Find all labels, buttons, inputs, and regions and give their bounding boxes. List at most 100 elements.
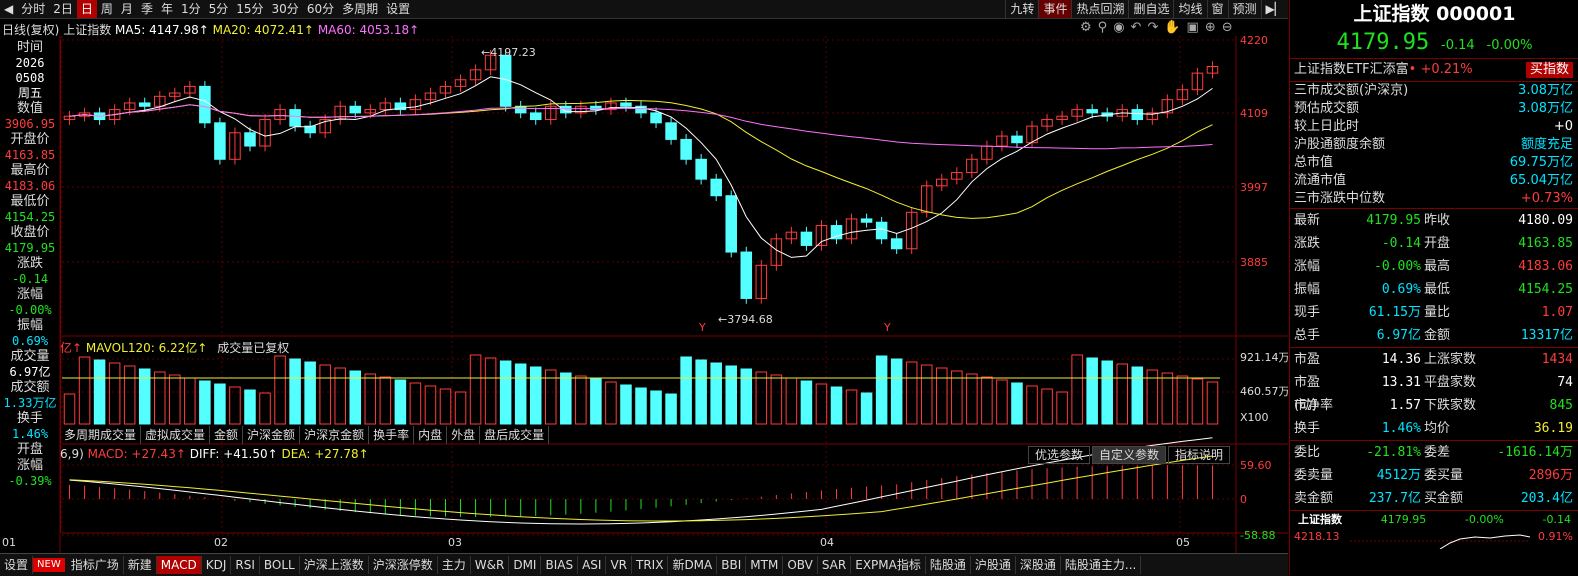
indicator-tab[interactable]: 指标广场 [67,556,124,574]
quote-grid: 最新 4179.95 昨收 4180.09 涨跌 -0.14 开盘 4163.85 涨幅 -0.0… [1290,209,1578,347]
custom-params-button[interactable]: 自定义参数 [1092,446,1167,464]
macd-legend: 6,9) MACD: +27.43↑ DIFF: +41.50↑ DEA: +2… [60,447,369,461]
quote-label: 涨幅 [1294,259,1321,274]
quote-label: 买金额 [1424,491,1464,506]
volume-axis-label: X100 [1240,411,1269,424]
candle-body [620,102,632,107]
indicator-tab[interactable]: RSI [231,556,260,574]
volume-tab[interactable]: 盘后成交量 [480,426,550,444]
candle-body [725,195,737,253]
volume-tab[interactable]: 换手率 [369,426,415,444]
indicator-tab[interactable]: ASI [578,556,607,574]
quote-value: 4180.09 [1518,213,1573,228]
volume-bar [1131,366,1144,425]
indicator-tab[interactable]: 陆股通主力... [1061,556,1142,574]
indicator-tab[interactable]: DMI [509,556,542,574]
volume-bar [1041,388,1053,425]
indicator-tab[interactable]: 新建 [124,556,157,574]
candle-body [650,112,662,124]
quote-label: 下跌家数 [1424,398,1477,413]
volume-bar [815,383,828,425]
mini-chart[interactable]: 4218.13 0.91% [1290,529,1578,549]
indicator-tab[interactable]: MTM [746,556,784,574]
indicator-tab[interactable]: TRIX [632,556,669,574]
volume-bar [1086,357,1098,425]
volume-bar [1056,391,1068,425]
indicator-tab[interactable]: 新DMA [668,556,718,574]
indicator-tab[interactable]: BOLL [260,556,300,574]
volume-bar [153,371,166,425]
preferred-params-button[interactable]: 优选参数 [1028,446,1091,464]
security-title: 上证指数 000001 [1353,3,1516,25]
stat-value: +0.73% [1520,191,1573,206]
indicator-tab[interactable]: 沪深涨停数 [369,556,438,574]
indicator-tab[interactable]: OBV [783,556,818,574]
indicator-tab[interactable]: SAR [818,556,852,574]
indicator-tab[interactable]: W&R [471,556,510,574]
volume-tab[interactable]: 沪深金额 [243,426,301,444]
volume-bar [63,393,76,425]
indicator-tab[interactable]: BBI [717,556,747,574]
volume-tab[interactable]: 外盘 [447,426,481,444]
candle-body [214,122,226,160]
etf-dot-icon: • [1408,62,1417,77]
volume-bar [875,355,888,425]
quote-value: 13317亿 [1520,328,1573,343]
volume-tab[interactable]: 金额 [210,426,244,444]
etf-row[interactable]: 上证指数ETF汇添富• +0.21% 买指数 [1290,59,1578,81]
volume-tab[interactable]: 多周期成交量 [60,426,142,444]
indicator-tab[interactable]: 沪股通 [971,556,1016,574]
candle-body [860,218,873,223]
price-axis-label: 4109 [1240,107,1268,120]
mini-name: 上证指数 [1298,513,1342,526]
volume-bar [184,377,196,425]
indicator-tab[interactable]: 深股通 [1016,556,1061,574]
indicator-tab[interactable]: KDJ [202,556,232,574]
quote-row: 委卖量 4512万 委买量 2896万 [1290,464,1578,487]
volume-tab[interactable]: 内盘 [414,426,448,444]
volume-adjusted-note: 成交量已复权 [217,341,290,355]
indicator-tab[interactable]: 沪深上涨数 [300,556,369,574]
volume-bar [364,373,377,425]
market-stat-row: 三市成交额(沪深京) 3.08万亿 [1290,82,1578,100]
indicator-tab[interactable]: 陆股通 [926,556,971,574]
mini-chart-svg [1350,534,1531,549]
candle-body [1086,109,1098,114]
mini-quote-row[interactable]: 上证指数 4179.95 -0.00% -0.14 [1290,511,1578,529]
quote-label: 最高 [1424,259,1451,274]
volume-bar [334,367,346,425]
indicator-tab[interactable]: 主力 [438,556,471,574]
volume-bar [740,368,753,425]
quote-row: 换手 1.46% 均价 36.19 [1290,417,1578,440]
candle-body [890,238,903,250]
volume-bar [469,354,482,425]
indicator-tab[interactable]: BIAS [541,556,579,574]
buy-index-button[interactable]: 买指数 [1525,62,1573,78]
volume-bar [755,371,768,425]
quote-label: 金额 [1424,328,1451,343]
volume-axis-label: 921.14万 [1240,351,1288,364]
quote-value: -1616.14万 [1497,445,1573,460]
quote-value: 1.57 [1389,398,1421,413]
indicator-help-button[interactable]: 指标说明 [1168,446,1231,464]
quote-value: 237.7亿 [1368,491,1421,506]
stat-label: 三市成交额(沪深京) [1294,83,1409,98]
indicator-tab[interactable]: 设置 [0,556,34,574]
indicator-tab[interactable]: MACD [156,556,202,574]
macd-axis-label: 0 [1240,493,1247,506]
indicator-tab[interactable]: VR [606,556,632,574]
candle-body [1131,109,1144,121]
volume-tab[interactable]: 沪深京金额 [300,426,370,444]
quote-label: 现手 [1294,305,1321,320]
quote-label: 委比 [1294,445,1321,460]
volume-tab[interactable]: 虚拟成交量 [141,426,211,444]
quote-row: 最新 4179.95 昨收 4180.09 [1290,209,1578,232]
volume-bar [665,393,677,425]
new-badge[interactable]: NEW [33,558,65,572]
volume-bar [966,373,978,425]
date-axis-label: 02 [214,536,228,549]
kline-chart-area[interactable]: 4220 4109 3997 3885 921.14万 460.57万 X100 59.60 0… [0,0,1288,553]
y-marker: Y [698,321,706,334]
stat-value: 69.75万亿 [1509,155,1573,170]
indicator-tab[interactable]: EXPMA指标 [851,556,926,574]
